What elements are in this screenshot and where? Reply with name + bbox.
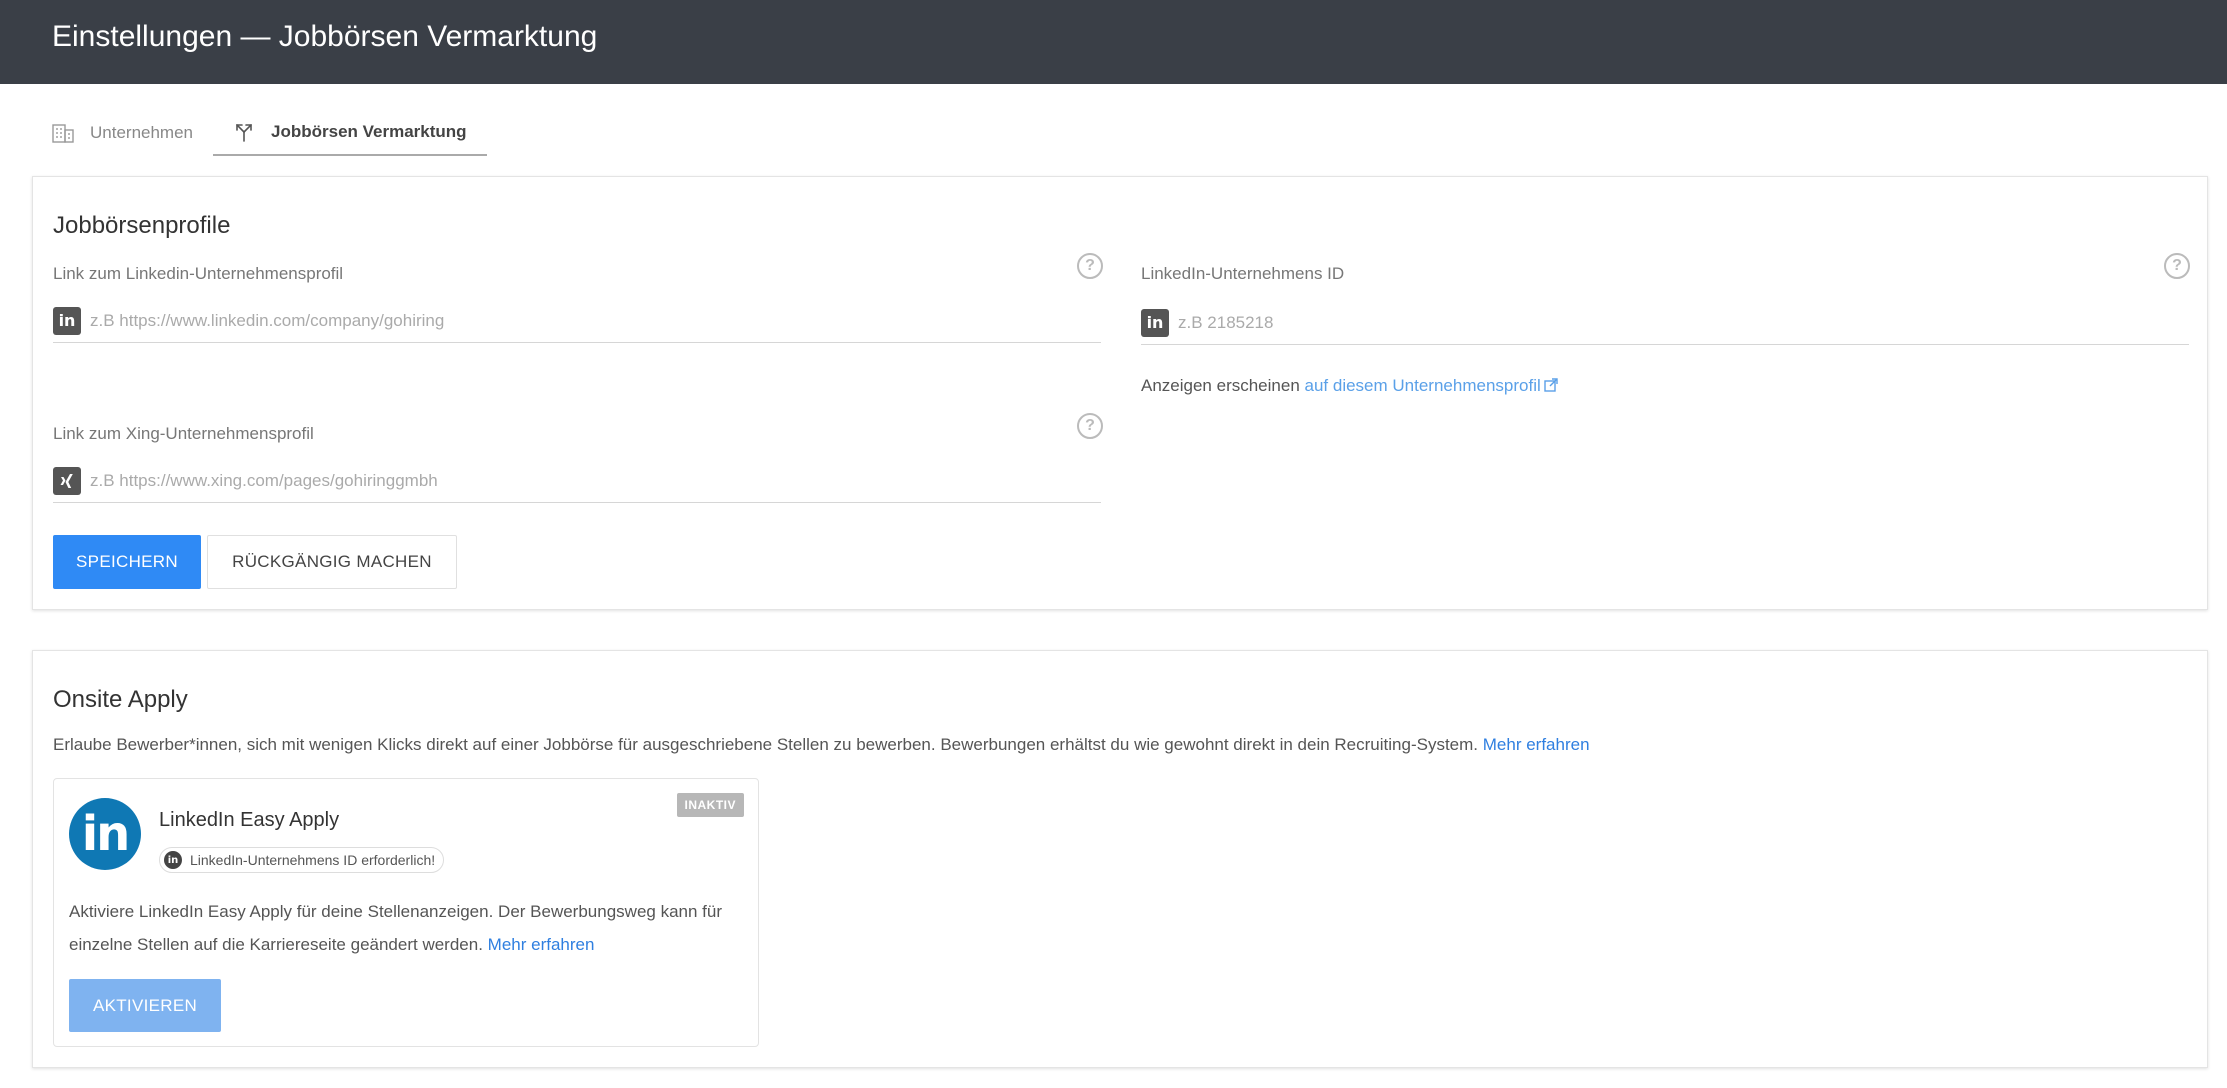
onsite-description: Erlaube Bewerber*innen, sich mit wenigen… — [53, 735, 1590, 755]
linkedin-id-field: in — [1141, 301, 2189, 345]
share-icon — [233, 121, 255, 143]
linkedin-link-label: Link zum Linkedin-Unternehmensprofil — [53, 264, 344, 283]
settings-tabs: Unternehmen Jobbörsen Vermarktung — [32, 110, 487, 156]
external-link-icon — [1544, 377, 1558, 392]
activate-button[interactable]: AKTIVIEREN — [69, 979, 221, 1032]
easy-apply-more-link[interactable]: Mehr erfahren — [488, 935, 595, 954]
tab-unternehmen[interactable]: Unternehmen — [32, 110, 213, 156]
page-title: Einstellungen — Jobbörsen Vermarktung — [52, 20, 598, 53]
status-badge: INAKTIV — [676, 793, 744, 817]
linkedin-easy-apply-card: in LinkedIn Easy Apply in LinkedIn-Unter… — [53, 778, 759, 1047]
linkedin-link-field: in — [53, 299, 1101, 343]
xing-link-label: Link zum Xing-Unternehmensprofil — [53, 424, 314, 443]
requirement-text: LinkedIn-Unternehmens ID erforderlich! — [190, 852, 436, 868]
app-header: Einstellungen — Jobbörsen Vermarktung — [0, 0, 2227, 84]
requirement-badge: in LinkedIn-Unternehmens ID erforderlich… — [159, 847, 445, 873]
job-board-profiles-card: Jobbörsenprofile Link zum Linkedin-Unter… — [32, 176, 2208, 610]
linkedin-icon: in — [164, 851, 182, 869]
xing-icon — [53, 466, 81, 495]
onsite-section-title: Onsite Apply — [53, 686, 188, 713]
easy-apply-title: LinkedIn Easy Apply — [159, 809, 340, 831]
xing-link-input[interactable] — [90, 470, 1101, 491]
save-button[interactable]: SPEICHERN — [53, 535, 201, 589]
linkedin-id-label: LinkedIn-Unternehmens ID — [1141, 264, 1345, 283]
linkedin-link-input[interactable] — [90, 310, 1101, 331]
linkedin-id-input[interactable] — [1178, 312, 2189, 333]
profile-note: Anzeigen erscheinen auf diesem Unternehm… — [1141, 376, 1558, 396]
tab-unternehmen-label: Unternehmen — [90, 123, 194, 142]
undo-button[interactable]: RÜCKGÄNGIG MACHEN — [207, 535, 457, 589]
company-profile-link-text: auf diesem Unternehmensprofil — [1304, 376, 1541, 395]
easy-apply-description: Aktiviere LinkedIn Easy Apply für deine … — [69, 895, 749, 961]
onsite-more-link[interactable]: Mehr erfahren — [1483, 735, 1590, 754]
building-icon — [52, 122, 74, 144]
help-icon[interactable]: ? — [1077, 253, 1103, 279]
help-icon[interactable]: ? — [2164, 253, 2190, 279]
company-profile-link[interactable]: auf diesem Unternehmensprofil — [1305, 376, 1558, 395]
profiles-section-title: Jobbörsenprofile — [53, 212, 231, 239]
help-icon[interactable]: ? — [1077, 413, 1103, 439]
tab-jobboersen-label: Jobbörsen Vermarktung — [271, 122, 467, 141]
onsite-apply-card: Onsite Apply Erlaube Bewerber*innen, sic… — [32, 650, 2208, 1068]
profile-note-text: Anzeigen erscheinen — [1141, 376, 1300, 395]
onsite-description-text: Erlaube Bewerber*innen, sich mit wenigen… — [53, 735, 1479, 754]
tab-jobboersen-vermarktung[interactable]: Jobbörsen Vermarktung — [213, 110, 487, 156]
linkedin-icon: in — [53, 306, 81, 335]
xing-link-field — [53, 459, 1101, 503]
linkedin-icon: in — [1141, 308, 1169, 337]
easy-apply-description-text: Aktiviere LinkedIn Easy Apply für deine … — [69, 902, 722, 954]
linkedin-logo-icon: in — [69, 798, 141, 870]
